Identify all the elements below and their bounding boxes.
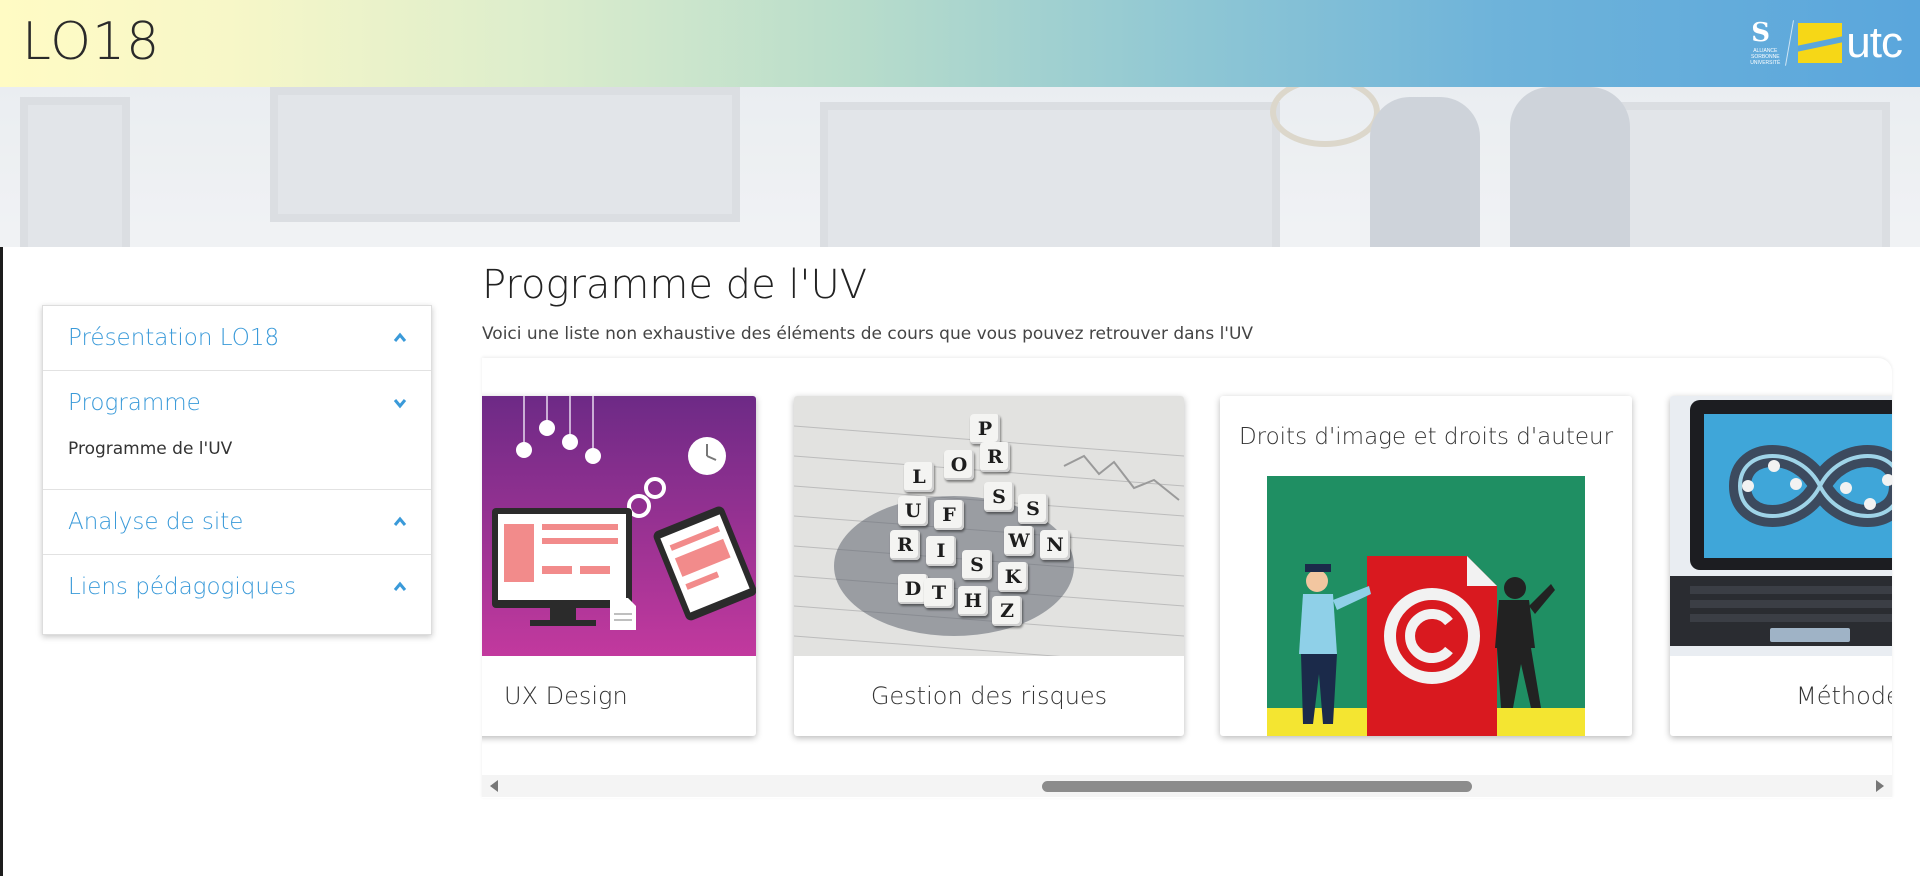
chevron-up-icon[interactable] [393, 515, 407, 529]
scrabble-tile: N [1040, 530, 1070, 560]
sidebar-item-programme[interactable]: Programme [43, 371, 431, 435]
scrabble-tiles: P R O L S S U F W N R I S K D T H Z [794, 396, 1184, 656]
scrabble-tile: Z [992, 596, 1022, 626]
scrabble-tile: U [898, 496, 928, 526]
chevron-down-icon[interactable] [393, 396, 407, 410]
scrabble-tile: H [958, 586, 988, 616]
utc-logo: utc [1798, 18, 1903, 68]
utc-logo-mark [1798, 23, 1843, 63]
sidebar-item-label: Liens pédagogiques [68, 574, 297, 600]
sidebar-section-analyse: Analyse de site [43, 490, 431, 555]
sidebar-item-liens-pedagogiques[interactable]: Liens pédagogiques [43, 555, 431, 619]
page-subtitle: Voici une liste non exhaustive des éléme… [482, 324, 1254, 344]
card-title: UX Design [504, 682, 628, 710]
scrabble-tile: I [926, 536, 956, 566]
chevron-up-icon[interactable] [393, 580, 407, 594]
site-header: LO18 S ALLIANCE SORBONNE UNIVERSITÉ utc [0, 0, 1920, 87]
scrabble-tile: W [1004, 526, 1034, 556]
sidebar-item-presentation[interactable]: Présentation LO18 [43, 306, 431, 370]
course-card-droits-image[interactable]: Droits d'image et droits d'auteur [1220, 396, 1632, 736]
scrabble-tile: R [890, 530, 920, 560]
sidebar-subitem-programme-uv[interactable]: Programme de l'UV [68, 439, 232, 459]
course-card-methode[interactable]: Méthode [1670, 396, 1892, 736]
sorbonne-logo-text: ALLIANCE SORBONNE UNIVERSITÉ [1750, 48, 1781, 66]
sidebar-item-analyse-de-site[interactable]: Analyse de site [43, 490, 431, 554]
scrollbar-thumb[interactable] [1042, 781, 1472, 792]
risk-scrabble-photo: P R O L S S U F W N R I S K D T H Z [794, 396, 1184, 656]
sidebar-section-liens: Liens pédagogiques [43, 555, 431, 619]
scroll-left-arrow-icon[interactable] [490, 780, 498, 792]
carousel-scrollbar[interactable] [482, 775, 1892, 797]
sidebar-section-presentation: Présentation LO18 [43, 306, 431, 371]
chevron-up-icon[interactable] [393, 331, 407, 345]
utc-logo-text: utc [1846, 18, 1903, 67]
copyright-illustration [1267, 476, 1585, 736]
page-title: Programme de l'UV [482, 262, 868, 308]
scrabble-tile: L [904, 462, 934, 492]
sidebar-section-programme: Programme Programme de l'UV [43, 371, 431, 490]
scrabble-tile: S [984, 482, 1014, 512]
scrabble-tile: F [934, 500, 964, 530]
card-title: Droits d'image et droits d'auteur [1238, 424, 1614, 450]
scrabble-tile: O [944, 450, 974, 480]
banner-image [0, 87, 1920, 247]
card-title: Méthode [1796, 682, 1892, 710]
card-title: Gestion des risques [870, 682, 1108, 710]
sidebar-item-label: Présentation LO18 [68, 325, 280, 351]
banner-overlay [0, 87, 1920, 247]
sorbonne-logo-letter: S [1751, 18, 1771, 48]
course-card-ux-design[interactable]: UX Design [482, 396, 756, 736]
course-carousel[interactable]: UX Design P R O L S S U F W N R I S K D … [482, 358, 1892, 798]
scrabble-tile: S [1018, 494, 1048, 524]
scrabble-tile: K [998, 562, 1028, 592]
methode-laptop-illustration [1670, 396, 1892, 656]
sidebar-menu: Présentation LO18 Programme Programme de… [42, 305, 432, 635]
scroll-right-arrow-icon[interactable] [1876, 780, 1884, 792]
sidebar-item-label: Analyse de site [68, 509, 244, 535]
university-logo[interactable]: S ALLIANCE SORBONNE UNIVERSITÉ utc [1745, 18, 1903, 68]
scrabble-tile: T [924, 578, 954, 608]
ux-design-illustration [482, 396, 756, 656]
scrabble-tile: S [962, 550, 992, 580]
site-title[interactable]: LO18 [22, 12, 160, 72]
sorbonne-logo: S ALLIANCE SORBONNE UNIVERSITÉ [1745, 18, 1787, 68]
scrabble-tile: P [970, 414, 1000, 444]
course-card-gestion-des-risques[interactable]: P R O L S S U F W N R I S K D T H Z Gest… [794, 396, 1184, 736]
sidebar-submenu-programme: Programme de l'UV [43, 435, 431, 489]
sidebar-item-label: Programme [68, 390, 201, 416]
scrabble-tile: R [980, 442, 1010, 472]
